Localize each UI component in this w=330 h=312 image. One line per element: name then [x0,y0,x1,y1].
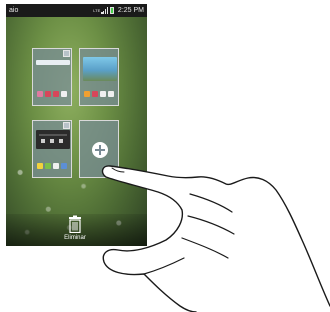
status-time: 2:25 PM [117,7,144,14]
next-icon [59,139,63,143]
search-widget [36,60,70,65]
lte-label: LTE [93,7,101,13]
play-icon [50,139,54,143]
app-icon [61,91,67,97]
app-icon [100,91,106,97]
prev-icon [41,139,45,143]
weather-widget [83,57,117,81]
status-bar: aio LTE 2:25 PM [6,4,147,17]
home-panel-1[interactable] [32,48,72,106]
panel-app-icons [37,163,67,169]
app-icon [61,163,67,169]
app-icon [92,91,98,97]
status-icons: LTE 2:25 PM [93,4,144,17]
app-icon [45,91,51,97]
home-check-icon[interactable] [63,50,70,57]
app-icon [53,163,59,169]
signal-icon [101,7,108,14]
app-icon [37,91,43,97]
home-check-icon[interactable] [63,122,70,129]
app-icon [45,163,51,169]
music-controls [41,139,63,143]
hand-pointer-icon [101,165,330,312]
app-icon [108,91,114,97]
battery-icon [109,7,114,14]
trash-icon [69,215,81,233]
panel-app-icons [37,91,67,97]
add-icon[interactable] [92,142,108,158]
panel-app-icons [84,91,114,97]
app-icon [37,163,43,169]
home-panel-3[interactable] [32,120,72,178]
home-panel-2[interactable] [79,48,119,106]
status-app-label: aio [9,7,19,14]
app-icon [53,91,59,97]
music-progress [39,134,67,136]
app-icon [84,91,90,97]
music-widget [36,130,70,149]
